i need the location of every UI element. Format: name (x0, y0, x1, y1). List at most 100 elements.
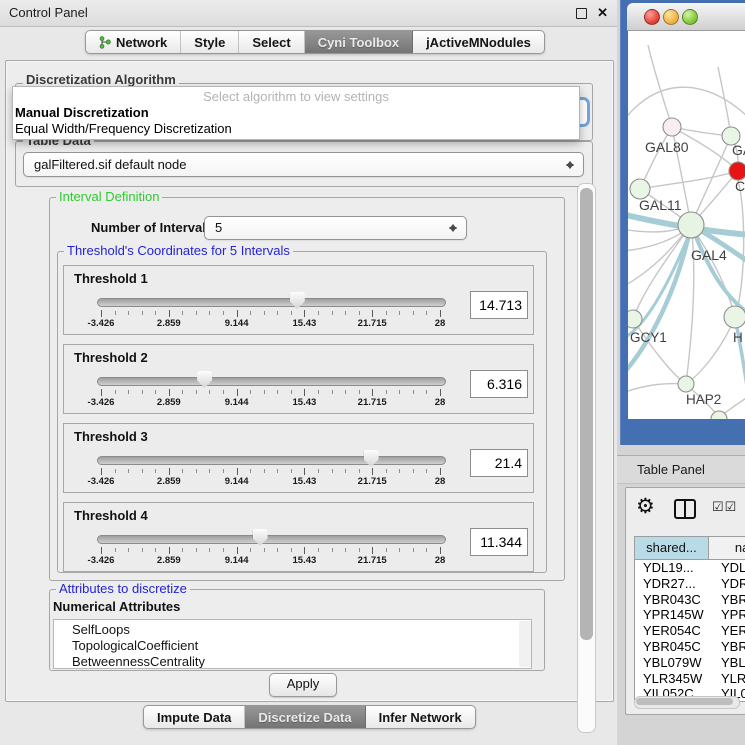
network-node-label: HAP2 (686, 392, 721, 407)
attribute-list-item[interactable]: BetweennessCentrality (72, 654, 531, 669)
network-window-titlebar[interactable] (627, 3, 745, 31)
tab-label: Impute Data (157, 710, 231, 725)
combo-spinner-icon (566, 157, 576, 173)
attribute-list-item[interactable]: TopologicalCoefficient (72, 638, 531, 654)
cell-shared-name: YBL079W (635, 655, 715, 671)
scrollbar-thumb[interactable] (519, 621, 531, 661)
scrollbar-thumb[interactable] (580, 188, 593, 640)
tab-cyni-toolbox[interactable]: Cyni Toolbox (305, 31, 413, 53)
checkbox-icons[interactable]: ☑☑ (712, 499, 737, 515)
tab-infer-network[interactable]: Infer Network (366, 706, 475, 728)
network-edge[interactable] (648, 45, 672, 127)
float-window-icon[interactable] (576, 8, 587, 19)
table-row[interactable]: YLR345WYLR3 (635, 671, 745, 687)
network-edge[interactable] (633, 225, 691, 319)
algorithm-item-equal-width[interactable]: Equal Width/Frequency Discretization (15, 121, 232, 136)
network-edge[interactable] (735, 180, 744, 317)
tab-style[interactable]: Style (181, 31, 239, 53)
threshold-value-field[interactable]: 6.316 (470, 370, 528, 398)
network-node[interactable] (678, 212, 704, 238)
split-view-icon[interactable] (674, 499, 696, 519)
thresholds-group-label: Threshold's Coordinates for 5 Intervals (64, 244, 293, 258)
attribute-list: SelfLoopsTopologicalCoefficientBetweenne… (54, 620, 531, 669)
panel-title: Control Panel (9, 5, 88, 20)
slider-ticks (101, 310, 440, 318)
threshold-panel: Threshold 1-3.4262.8599.14415.4321.71528… (63, 265, 534, 335)
table-row[interactable]: YDL19...YDL1 (635, 560, 745, 576)
gear-icon[interactable]: ⚙ (636, 496, 655, 518)
close-icon[interactable]: ✕ (597, 5, 608, 21)
tab-label: jActiveMNodules (426, 35, 531, 50)
cell-name: YBR0 (715, 639, 745, 655)
slider-track[interactable] (97, 456, 446, 465)
attributes-scrollbar[interactable] (519, 621, 531, 667)
table-header-row: shared... na (634, 536, 745, 559)
algorithm-item-manual[interactable]: Manual Discretization (15, 105, 149, 120)
threshold-label: Threshold 2 (74, 350, 148, 365)
cell-name: YDR2 (715, 576, 745, 592)
window-close-button-icon[interactable] (644, 9, 660, 25)
network-node[interactable] (724, 306, 745, 328)
attributes-group-label: Attributes to discretize (56, 582, 190, 596)
cyni-toolbox-panel: Discretization Algorithm Table Data galF… (5, 60, 614, 702)
numerical-attributes-listbox[interactable]: SelfLoopsTopologicalCoefficientBetweenne… (53, 619, 532, 669)
node-table: shared... na YDL19...YDL1YDR27...YDR2YBR… (634, 536, 745, 702)
cell-shared-name: YPR145W (635, 607, 715, 623)
network-edge[interactable] (686, 317, 735, 384)
network-node[interactable] (678, 376, 694, 392)
scrollbar-thumb[interactable] (636, 698, 733, 705)
tab-select[interactable]: Select (239, 31, 304, 53)
network-node[interactable] (711, 411, 727, 419)
number-of-intervals-combobox[interactable]: 5 (204, 216, 467, 240)
control-panel: Control Panel ✕ Network Style Select Cyn… (0, 0, 618, 745)
tab-discretize-data[interactable]: Discretize Data (245, 706, 365, 728)
bottom-tab-bar: Impute Data Discretize Data Infer Networ… (143, 705, 476, 729)
thresholds-list: Threshold 1 -3.4262.8599.14415.4321.71528… (63, 265, 540, 581)
network-edge[interactable] (640, 171, 738, 189)
threshold-panel: Threshold 4-3.4262.8599.14415.4321.71528… (63, 502, 534, 572)
cell-name: YBR0 (715, 592, 745, 608)
algorithm-prompt-item[interactable]: Select algorithm to view settings (13, 89, 579, 104)
network-edge-thick[interactable] (628, 225, 691, 375)
slider-track[interactable] (97, 298, 446, 307)
table-row[interactable]: YBL079WYBL0 (635, 655, 745, 671)
cell-shared-name: YDL19... (635, 560, 715, 576)
tab-label: Discretize Data (258, 710, 351, 725)
network-canvas[interactable]: GAL80GACGAL11GAL4GCY1HHAP2 (628, 31, 745, 419)
apply-button[interactable]: Apply (269, 673, 337, 697)
window-minimize-button-icon[interactable] (663, 9, 679, 25)
table-row[interactable]: YDR27...YDR2 (635, 576, 745, 592)
tab-label: Infer Network (379, 710, 462, 725)
table-hscrollbar[interactable] (634, 696, 740, 709)
network-node[interactable] (628, 310, 642, 328)
tab-network[interactable]: Network (86, 31, 181, 53)
network-node[interactable] (663, 118, 681, 136)
table-data-value: galFiltered.sif default node (34, 157, 186, 172)
window-zoom-button-icon[interactable] (682, 9, 698, 25)
slider-track[interactable] (97, 535, 446, 544)
threshold-value-field[interactable]: 21.4 (470, 449, 528, 477)
table-data-combobox[interactable]: galFiltered.sif default node (23, 152, 584, 177)
table-row[interactable]: YBR043CYBR0 (635, 592, 745, 608)
threshold-panel: Threshold 2-3.4262.8599.14415.4321.71528… (63, 344, 534, 414)
threshold-label: Threshold 1 (74, 271, 148, 286)
slider-track[interactable] (97, 377, 446, 386)
table-row[interactable]: YER054CYER0 (635, 623, 745, 639)
network-icon (99, 36, 111, 49)
column-header-shared-name[interactable]: shared... (635, 537, 709, 559)
tab-jactivemnodules[interactable]: jActiveMNodules (413, 31, 544, 53)
top-tab-bar: Network Style Select Cyni Toolbox jActiv… (85, 30, 545, 54)
network-node[interactable] (630, 179, 650, 199)
threshold-value-field[interactable]: 11.344 (470, 528, 528, 556)
network-edge[interactable] (628, 384, 686, 393)
threshold-value-field[interactable]: 14.713 (470, 291, 528, 319)
table-row[interactable]: YBR045CYBR0 (635, 639, 745, 655)
tab-label: Style (194, 35, 225, 50)
settings-scrollbar[interactable] (577, 183, 596, 733)
column-header-name[interactable]: na (709, 537, 745, 559)
table-row[interactable]: YPR145WYPR1 (635, 607, 745, 623)
network-node-label: GAL80 (645, 139, 689, 155)
attribute-list-item[interactable]: SelfLoops (72, 622, 531, 638)
slider-scale-labels: -3.4262.8599.14415.4321.71528 (101, 476, 440, 488)
tab-impute-data[interactable]: Impute Data (144, 706, 245, 728)
